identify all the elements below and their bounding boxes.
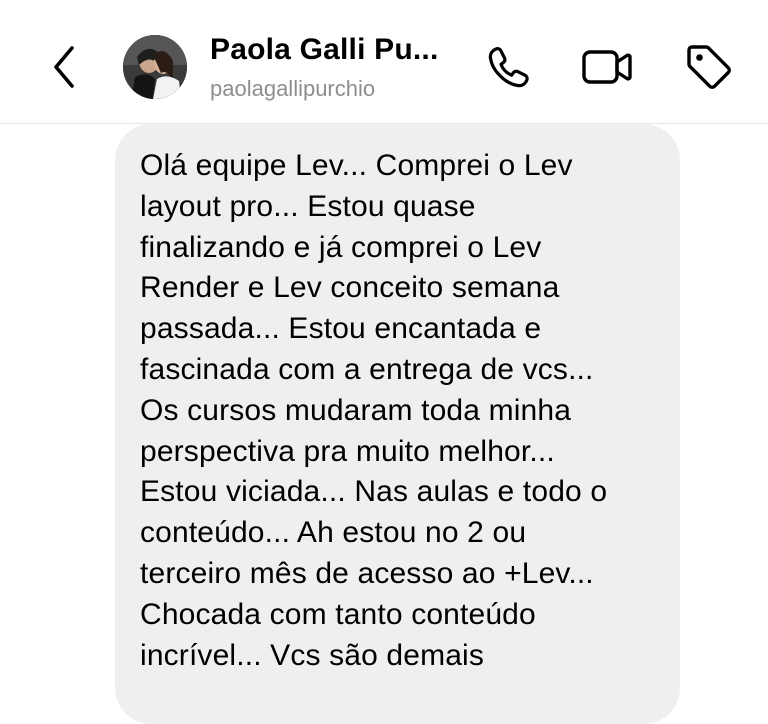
avatar[interactable] [123,35,187,99]
phone-icon [488,47,529,88]
profile-photo [123,35,187,99]
tag-button[interactable] [682,40,736,94]
contact-username[interactable]: paolagallipurchio [210,76,375,102]
contact-name[interactable]: Paola Galli Pu... [210,33,438,67]
chat-header: Paola Galli Pu... paolagallipurchio [0,0,768,124]
message-text: Olá equipe Lev... Comprei o Lev layout p… [140,149,608,672]
back-button[interactable] [44,40,84,94]
video-camera-icon [582,50,632,84]
message-bubble[interactable]: Olá equipe Lev... Comprei o Lev layout p… [115,124,680,724]
audio-call-button[interactable] [482,40,536,94]
chevron-left-icon [54,46,74,88]
video-call-button[interactable] [580,40,634,94]
tag-icon [687,45,731,89]
